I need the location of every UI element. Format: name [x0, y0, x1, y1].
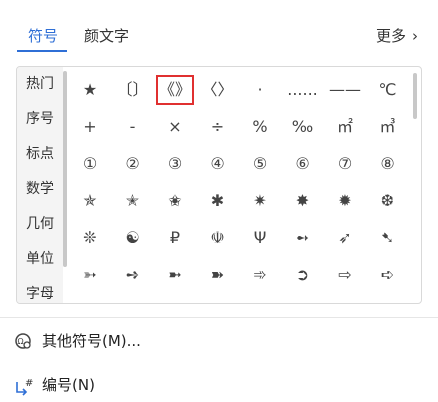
symbol-cell[interactable]: ➲: [282, 258, 324, 292]
sidebar-item-math[interactable]: 数学: [17, 172, 63, 206]
grid-scrollbar[interactable]: [413, 73, 417, 119]
symbol-cell[interactable]: ⑤: [239, 147, 281, 181]
svg-text:#: #: [25, 378, 33, 389]
symbol-cell[interactable]: ➽: [197, 258, 239, 292]
tab-emoticons[interactable]: 颜文字: [84, 25, 129, 46]
symbol-cell[interactable]: ₽: [154, 221, 196, 255]
symbol-cell[interactable]: Ψ: [239, 221, 281, 255]
symbol-cell[interactable]: ‰: [282, 110, 324, 144]
symbol-cell[interactable]: ➶: [324, 221, 366, 255]
sidebar-item-letters[interactable]: 字母: [17, 277, 63, 303]
symbol-cell[interactable]: ➺: [112, 258, 154, 292]
symbol-cell[interactable]: ✭: [112, 184, 154, 218]
symbol-cell[interactable]: ①: [69, 147, 111, 181]
tab-bar: 符号 颜文字 更多 ›: [0, 0, 438, 52]
symbol-cell[interactable]: ★: [69, 73, 111, 107]
symbol-cell[interactable]: ......: [282, 73, 324, 107]
other-symbols-label: 其他符号(M)...: [42, 332, 141, 350]
numbering-menu-item[interactable]: # 编号(N): [14, 374, 95, 396]
symbol-grid: ★ 〔〕 《》 〈〉 ·...... —— ℃ + - × ÷% ‰ ㎡㎥ ① ② ③ ④ ⑤ ⑥ ⑦ ⑧ ✯ ✭ ✬ ✱ ✷ ✸ ✹…: [69, 67, 409, 303]
symbol-cell[interactable]: 〈〉: [197, 73, 239, 107]
symbol-cell[interactable]: +: [69, 110, 111, 144]
symbol-cell[interactable]: ÷: [197, 110, 239, 144]
symbol-cell[interactable]: ㎥: [367, 110, 409, 144]
symbol-cell[interactable]: ✱: [197, 184, 239, 218]
symbol-cell[interactable]: ✬: [154, 184, 196, 218]
tab-symbols[interactable]: 符号: [28, 25, 58, 46]
symbol-cell[interactable]: ·: [239, 73, 281, 107]
sidebar-item-unit[interactable]: 单位: [17, 242, 63, 276]
numbering-icon: #: [14, 376, 34, 396]
symbol-cell[interactable]: 《》: [154, 73, 196, 107]
symbol-cell[interactable]: ⑧: [367, 147, 409, 181]
numbering-label: 编号(N): [42, 376, 95, 394]
symbol-cell[interactable]: -: [112, 110, 154, 144]
category-sidebar: 热门 序号 标点 数学 几何 单位 字母: [17, 67, 63, 303]
symbol-cell[interactable]: ➪: [367, 258, 409, 292]
symbol-cell[interactable]: ⑥: [282, 147, 324, 181]
sidebar-item-punctuation[interactable]: 标点: [17, 137, 63, 171]
symbol-cell[interactable]: ➼: [154, 258, 196, 292]
symbol-cell[interactable]: ④: [197, 147, 239, 181]
symbol-cell[interactable]: ——: [324, 73, 366, 107]
symbol-cell[interactable]: ❊: [69, 221, 111, 255]
sidebar-item-ordinal[interactable]: 序号: [17, 102, 63, 136]
symbol-cell[interactable]: 〔〕: [112, 73, 154, 107]
symbol-cell[interactable]: ❆: [367, 184, 409, 218]
symbol-cell[interactable]: ✸: [282, 184, 324, 218]
symbol-cell[interactable]: ✹: [324, 184, 366, 218]
other-symbols-menu-item[interactable]: Ω 其他符号(M)...: [14, 330, 141, 352]
symbol-cell[interactable]: ➻: [282, 221, 324, 255]
symbol-search-icon: Ω: [14, 332, 34, 352]
symbol-cell[interactable]: ⑦: [324, 147, 366, 181]
symbol-cell[interactable]: ☯: [112, 221, 154, 255]
svg-text:Ω: Ω: [18, 337, 24, 346]
symbol-cell[interactable]: ➾: [239, 258, 281, 292]
active-tab-underline: [17, 50, 67, 52]
symbol-cell[interactable]: ×: [154, 110, 196, 144]
sidebar-scrollbar[interactable]: [63, 71, 67, 267]
more-label: 更多: [375, 27, 406, 45]
sidebar-item-geometry[interactable]: 几何: [17, 207, 63, 241]
more-button[interactable]: 更多 ›: [376, 25, 418, 46]
chevron-right-icon: ›: [412, 27, 418, 45]
sidebar-item-hot[interactable]: 热门: [17, 67, 63, 101]
symbol-panel: 热门 序号 标点 数学 几何 单位 字母 ★ 〔〕 《》 〈〉 ·...... —— ℃ + -…: [16, 66, 422, 304]
symbol-cell[interactable]: ㎡: [324, 110, 366, 144]
symbol-cell[interactable]: ⇨: [324, 258, 366, 292]
symbol-cell[interactable]: ➳: [69, 258, 111, 292]
symbol-cell[interactable]: ③: [154, 147, 196, 181]
divider: [0, 317, 438, 318]
symbol-cell[interactable]: ②: [112, 147, 154, 181]
symbol-cell[interactable]: ☫: [197, 221, 239, 255]
symbol-cell[interactable]: %: [239, 110, 281, 144]
symbol-cell[interactable]: ✷: [239, 184, 281, 218]
symbol-cell[interactable]: ✯: [69, 184, 111, 218]
symbol-cell[interactable]: ➷: [367, 221, 409, 255]
symbol-cell[interactable]: ℃: [367, 73, 409, 107]
